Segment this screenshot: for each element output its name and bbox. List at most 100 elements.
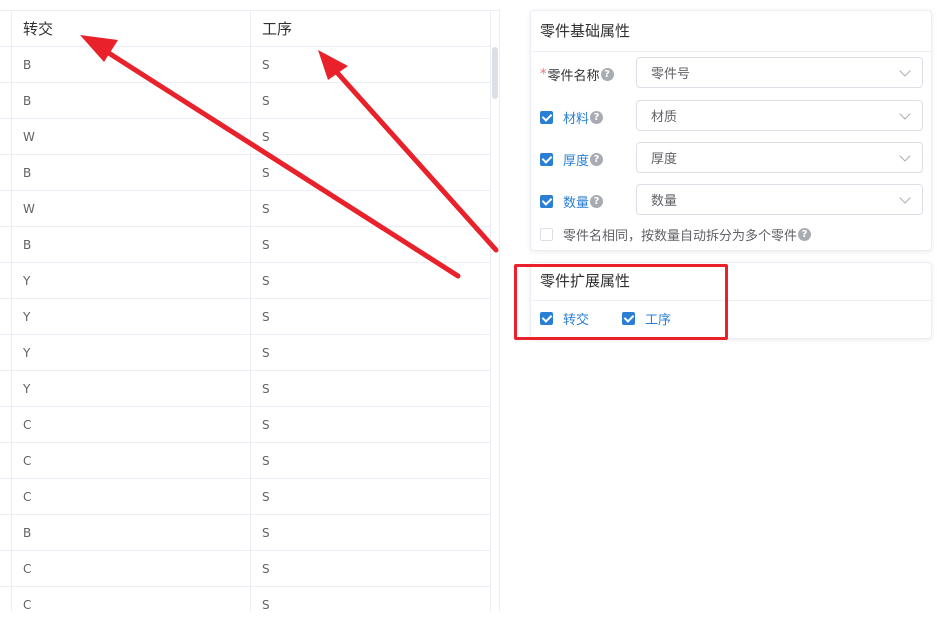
transfer-cell: B xyxy=(12,47,251,82)
basic-panel-title: 零件基础属性 xyxy=(531,11,931,52)
material-checkbox[interactable] xyxy=(540,110,553,124)
transfer-cell: W xyxy=(12,119,251,154)
table-row[interactable]: YS xyxy=(0,371,490,407)
transfer-cell: Y xyxy=(12,299,251,334)
row-gutter-cell xyxy=(0,155,12,190)
process-cell: S xyxy=(262,453,270,468)
help-icon[interactable]: ? xyxy=(798,227,812,241)
process-cell: S xyxy=(262,237,270,252)
thickness-checkbox[interactable] xyxy=(540,152,553,166)
process-cell: S xyxy=(262,309,270,324)
row-gutter-cell xyxy=(0,515,12,550)
process-cell: S xyxy=(262,57,270,72)
table-row[interactable]: BS xyxy=(0,47,490,83)
field-row-split-option: 零件名相同，按数量自动拆分为多个零件 ? xyxy=(531,217,931,251)
table-row[interactable]: CS xyxy=(0,551,490,587)
row-gutter-cell xyxy=(0,191,12,226)
annotation-highlight-box xyxy=(514,264,728,340)
transfer-cell: B xyxy=(12,155,251,190)
table-row[interactable]: BS xyxy=(0,83,490,119)
process-cell: S xyxy=(262,381,270,396)
row-gutter-cell xyxy=(0,335,12,370)
process-cell: S xyxy=(262,417,270,432)
chevron-down-icon xyxy=(899,192,911,204)
table-row[interactable]: BS xyxy=(0,155,490,191)
row-gutter-cell xyxy=(0,299,12,334)
split-option-checkbox[interactable] xyxy=(540,227,553,241)
table-row[interactable]: CS xyxy=(0,407,490,443)
row-gutter-cell xyxy=(0,47,12,82)
row-gutter-cell xyxy=(0,227,12,262)
transfer-cell: C xyxy=(12,587,251,611)
transfer-cell: C xyxy=(12,551,251,586)
process-cell: S xyxy=(262,561,270,576)
select-value: 零件号 xyxy=(651,67,691,82)
transfer-cell: C xyxy=(12,479,251,514)
chevron-down-icon xyxy=(899,65,911,77)
table-body: 转交 工序 BSBSWSBSWSBSYSYSYSYSCSCSCSBSCSCS xyxy=(0,11,490,611)
row-gutter-cell xyxy=(0,371,12,406)
row-gutter-cell xyxy=(0,119,12,154)
row-gutter-cell xyxy=(0,587,12,611)
quantity-label[interactable]: 数量 ? xyxy=(540,184,604,218)
table-scrollbar[interactable] xyxy=(490,11,499,611)
process-cell: S xyxy=(262,525,270,540)
row-gutter-cell xyxy=(0,479,12,514)
table-row[interactable]: WS xyxy=(0,191,490,227)
split-option[interactable]: 零件名相同，按数量自动拆分为多个零件 ? xyxy=(540,217,812,251)
table-row[interactable]: CS xyxy=(0,479,490,515)
transfer-cell: Y xyxy=(12,263,251,298)
table-scrollbar-thumb[interactable] xyxy=(492,47,498,99)
transfer-cell: Y xyxy=(12,371,251,406)
field-row-quantity: 数量 ? 数量 xyxy=(531,184,931,218)
field-label: 材料 xyxy=(563,111,590,127)
field-label: 零件名称 xyxy=(547,68,600,84)
data-table: 转交 工序 BSBSWSBSWSBSYSYSYSYSCSCSCSBSCSCS xyxy=(0,10,500,611)
transfer-cell: C xyxy=(12,443,251,478)
process-cell: S xyxy=(262,597,270,612)
transfer-cell: C xyxy=(12,407,251,442)
chevron-down-icon xyxy=(899,150,911,162)
thickness-label[interactable]: 厚度 ? xyxy=(540,142,604,176)
selection-column-header xyxy=(0,11,12,46)
help-icon[interactable]: ? xyxy=(590,152,604,166)
help-icon[interactable]: ? xyxy=(590,110,604,124)
help-icon[interactable]: ? xyxy=(590,194,604,208)
process-cell: S xyxy=(262,489,270,504)
table-row[interactable]: WS xyxy=(0,119,490,155)
row-gutter-cell xyxy=(0,551,12,586)
process-cell: S xyxy=(262,165,270,180)
transfer-cell: Y xyxy=(12,335,251,370)
process-cell: S xyxy=(262,201,270,216)
material-label[interactable]: 材料 ? xyxy=(540,100,604,134)
select-value: 材质 xyxy=(651,110,678,125)
material-select[interactable]: 材质 xyxy=(636,100,923,131)
table-row[interactable]: CS xyxy=(0,587,490,611)
table-row[interactable]: CS xyxy=(0,443,490,479)
table-row[interactable]: YS xyxy=(0,299,490,335)
split-option-label: 零件名相同，按数量自动拆分为多个零件 xyxy=(563,228,798,244)
process-cell: S xyxy=(262,273,270,288)
table-row[interactable]: BS xyxy=(0,515,490,551)
column-header-process[interactable]: 工序 xyxy=(251,11,490,46)
table-header-row: 转交 工序 xyxy=(0,11,490,47)
field-row-material: 材料 ? 材质 xyxy=(531,100,931,134)
table-row[interactable]: YS xyxy=(0,263,490,299)
chevron-down-icon xyxy=(899,108,911,120)
transfer-cell: B xyxy=(12,515,251,550)
process-cell: S xyxy=(262,345,270,360)
transfer-cell: B xyxy=(12,83,251,118)
field-row-part-name: * 零件名称 ? 零件号 xyxy=(531,57,931,91)
basic-attributes-panel: 零件基础属性 * 零件名称 ? 零件号 材料 ? 材质 厚度 ? 厚度 数量 ?… xyxy=(530,10,932,251)
required-mark: * xyxy=(540,66,547,82)
row-gutter-cell xyxy=(0,83,12,118)
table-row[interactable]: BS xyxy=(0,227,490,263)
transfer-cell: B xyxy=(12,227,251,262)
thickness-select[interactable]: 厚度 xyxy=(636,142,923,173)
column-header-transfer[interactable]: 转交 xyxy=(12,11,251,46)
table-row[interactable]: YS xyxy=(0,335,490,371)
part-name-select[interactable]: 零件号 xyxy=(636,57,923,88)
help-icon[interactable]: ? xyxy=(600,67,614,81)
quantity-checkbox[interactable] xyxy=(540,194,553,208)
quantity-select[interactable]: 数量 xyxy=(636,184,923,215)
